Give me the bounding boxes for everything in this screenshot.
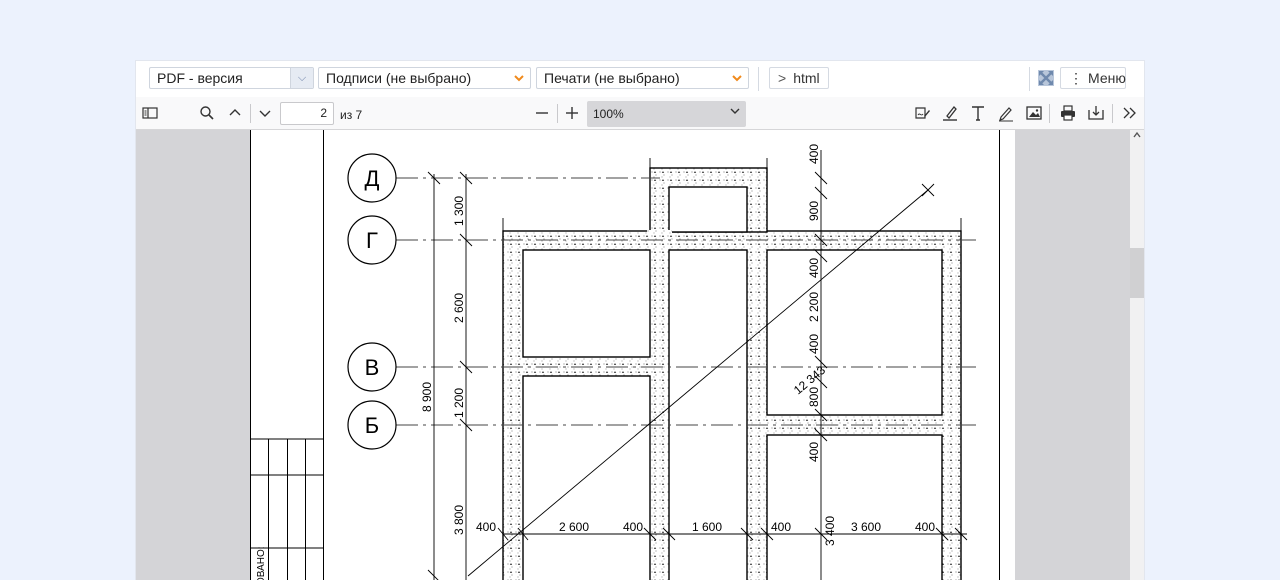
fullscreen-icon[interactable] [1038, 70, 1054, 86]
previous-page-icon[interactable] [226, 104, 244, 122]
menu-button[interactable]: ⋮ Меню [1060, 67, 1126, 89]
toolbar-divider [557, 104, 558, 123]
print-icon[interactable] [1059, 104, 1077, 122]
html-button-label: html [793, 70, 820, 86]
dim-label: 1 200 [452, 388, 466, 418]
pdf-viewer-area[interactable]: ОВАНО: Д Г В Б 1 300 2 600 1 200 3 800 8… [136, 130, 1130, 580]
version-select[interactable]: PDF - версия ⌵ [149, 67, 314, 89]
dim-label: 1 600 [692, 520, 722, 534]
html-button[interactable]: > html [769, 67, 829, 89]
menu-dots-icon: ⋮ [1069, 70, 1083, 86]
dim-label: 2 600 [452, 293, 466, 323]
stamps-select-value: Печати (не выбрано) [544, 70, 680, 86]
image-icon[interactable] [1025, 104, 1043, 122]
stamp-text: ОВАНО: [256, 546, 267, 580]
dim-label: 400 [807, 258, 821, 278]
page-count-label: из 7 [340, 108, 363, 122]
dim-label: 900 [807, 201, 821, 221]
signature-icon[interactable] [913, 104, 931, 122]
document-toolbar: PDF - версия ⌵ Подписи (не выбрано) Печа… [136, 61, 1144, 97]
page-number-input[interactable]: 2 [280, 102, 334, 125]
chevron-right-icon: > [778, 70, 787, 86]
dim-label: 400 [771, 520, 791, 534]
dim-label: 400 [915, 520, 935, 534]
dim-label: 3 400 [823, 516, 837, 546]
signatures-select[interactable]: Подписи (не выбрано) [318, 67, 531, 89]
toolbar-divider [1049, 104, 1050, 123]
pdf-viewer-toolbar: 2 из 7 100% [136, 97, 1144, 130]
zoom-in-icon[interactable] [563, 104, 581, 122]
dim-label: 2 600 [559, 520, 589, 534]
next-page-icon[interactable] [256, 104, 274, 122]
axis-label: В [365, 355, 380, 380]
zoom-select-value: 100% [593, 107, 624, 121]
axis-label: Г [366, 228, 378, 253]
axis-markers: Д Г В Б [347, 153, 397, 450]
toolbar-divider [1029, 67, 1030, 91]
dim-label: 400 [807, 334, 821, 354]
zoom-out-icon[interactable] [533, 104, 551, 122]
dim-label: 3 600 [851, 520, 881, 534]
axis-label: Б [365, 413, 379, 438]
floor-plan-drawing: ОВАНО: Д Г В Б 1 300 2 600 1 200 3 800 8… [250, 130, 1000, 580]
chevron-down-icon [508, 68, 530, 88]
highlight-icon[interactable] [941, 104, 959, 122]
scroll-up-icon[interactable] [1130, 130, 1144, 144]
toolbar-divider [1112, 104, 1113, 123]
chevron-down-icon [730, 101, 740, 127]
double-chevron-right-icon[interactable] [1120, 104, 1138, 122]
dim-label: 400 [623, 520, 643, 534]
foundation-walls [502, 167, 962, 580]
toolbar-divider [250, 104, 251, 123]
dim-label: 400 [807, 442, 821, 462]
pdf-page: ОВАНО: Д Г В Б 1 300 2 600 1 200 3 800 8… [250, 130, 1015, 580]
dim-label: 2 200 [807, 292, 821, 322]
dim-label: 400 [807, 144, 821, 164]
dim-label: 3 800 [452, 505, 466, 535]
vertical-scrollbar[interactable] [1130, 130, 1144, 580]
search-icon[interactable] [198, 104, 216, 122]
toolbar-divider [758, 67, 759, 91]
sidebar-toggle-icon[interactable] [141, 104, 159, 122]
total-height-label: 8 900 [420, 382, 434, 412]
signatures-select-value: Подписи (не выбрано) [326, 70, 472, 86]
dim-label: 400 [476, 520, 496, 534]
text-tool-icon[interactable] [969, 104, 987, 122]
document-window: PDF - версия ⌵ Подписи (не выбрано) Печа… [136, 61, 1144, 580]
chevron-down-icon [726, 68, 748, 88]
stamps-select[interactable]: Печати (не выбрано) [536, 67, 749, 89]
download-icon[interactable] [1087, 104, 1105, 122]
axis-label: Д [365, 166, 380, 191]
scrollbar-thumb[interactable] [1130, 248, 1144, 298]
dim-label: 1 300 [452, 196, 466, 226]
version-select-value: PDF - версия [157, 70, 243, 86]
chevron-down-icon: ⌵ [290, 68, 313, 88]
draw-icon[interactable] [997, 104, 1015, 122]
zoom-select[interactable]: 100% [587, 101, 746, 127]
dim-label: 800 [807, 387, 821, 407]
menu-button-label: Меню [1088, 70, 1126, 86]
